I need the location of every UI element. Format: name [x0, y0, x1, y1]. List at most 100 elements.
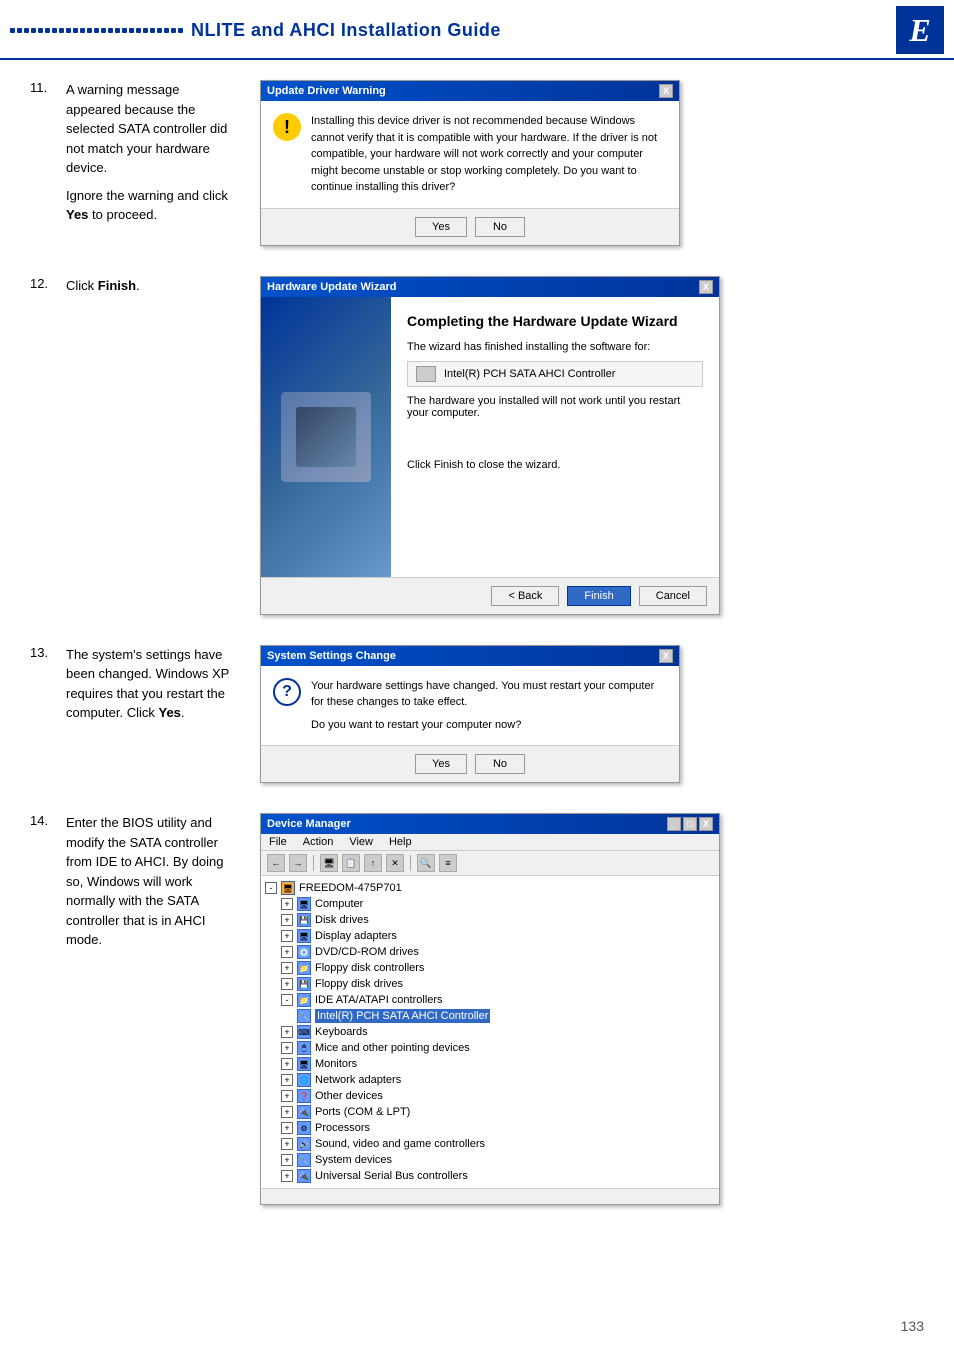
warning-dialog-text: Installing this device driver is not rec…: [311, 113, 667, 196]
page-title: NLITE and AHCI Installation Guide: [191, 20, 501, 41]
dialog-title-warning: Update Driver Warning: [267, 85, 386, 97]
tree-item-other[interactable]: + ❓ Other devices: [281, 1088, 715, 1104]
step-12-dialog-area: Hardware Update Wizard X: [260, 276, 924, 615]
expand-icon[interactable]: +: [281, 1122, 293, 1134]
expand-icon[interactable]: +: [281, 1106, 293, 1118]
tree-item-ide[interactable]: - 📁 IDE ATA/ATAPI controllers: [281, 992, 715, 1008]
menu-help[interactable]: Help: [389, 836, 412, 848]
restore-icon[interactable]: □: [683, 817, 697, 831]
tree-item-display[interactable]: + 🖥 Display adapters: [281, 928, 715, 944]
menu-action[interactable]: Action: [303, 836, 334, 848]
props-toolbar-icon[interactable]: 📋: [342, 854, 360, 872]
tree-item-keyboards[interactable]: + ⌨ Keyboards: [281, 1024, 715, 1040]
yes-button[interactable]: Yes: [415, 217, 467, 237]
expand-icon[interactable]: +: [281, 1154, 293, 1166]
resources-toolbar-icon[interactable]: ≡: [439, 854, 457, 872]
expand-icon[interactable]: +: [281, 1074, 293, 1086]
no-button[interactable]: No: [475, 754, 525, 774]
tree-item-ports[interactable]: + 🔌 Ports (COM & LPT): [281, 1104, 715, 1120]
cancel-button[interactable]: Cancel: [639, 586, 707, 606]
expand-icon[interactable]: +: [281, 1170, 293, 1182]
header-logo: E: [896, 6, 944, 54]
step-14-dialog-area: Device Manager _ □ X File Action View He…: [260, 813, 924, 1205]
computer-toolbar-icon[interactable]: 🖥: [320, 854, 338, 872]
minimize-icon[interactable]: _: [667, 817, 681, 831]
menu-file[interactable]: File: [269, 836, 287, 848]
item-icon: ❓: [297, 1089, 311, 1103]
step-11-number: 11.: [30, 80, 58, 178]
system-dialog-title: System Settings Change: [267, 650, 396, 662]
item-icon: 🖥: [297, 1057, 311, 1071]
expand-icon[interactable]: +: [281, 1138, 293, 1150]
step-11-section: 11. A warning message appeared because t…: [30, 80, 924, 246]
wizard-device-row: Intel(R) PCH SATA AHCI Controller: [407, 361, 703, 387]
tree-item-sound[interactable]: + 🔊 Sound, video and game controllers: [281, 1136, 715, 1152]
tree-item-processors[interactable]: + ⚙ Processors: [281, 1120, 715, 1136]
expand-icon[interactable]: -: [281, 994, 293, 1006]
step-11-dialog-area: Update Driver Warning X ! Installing thi…: [260, 80, 924, 246]
tree-item-disk[interactable]: + 💾 Disk drives: [281, 912, 715, 928]
tree-item-floppy-ctrl[interactable]: + 📁 Floppy disk controllers: [281, 960, 715, 976]
back-toolbar-icon[interactable]: ←: [267, 854, 285, 872]
expand-icon[interactable]: +: [281, 1042, 293, 1054]
expand-icon[interactable]: +: [281, 1026, 293, 1038]
devmgr-titlebar-controls: _ □ X: [667, 817, 713, 831]
system-dialog-titlebar: System Settings Change X: [261, 646, 679, 666]
item-icon: 📁: [297, 961, 311, 975]
devmgr-statusbar: [261, 1188, 719, 1204]
tree-expand-icon[interactable]: -: [265, 882, 277, 894]
menu-view[interactable]: View: [349, 836, 373, 848]
tree-item-network[interactable]: + 🌐 Network adapters: [281, 1072, 715, 1088]
step-14-body: Enter the BIOS utility and modify the SA…: [66, 813, 230, 950]
expand-icon[interactable]: +: [281, 978, 293, 990]
header-dots: [10, 28, 183, 33]
tree-computer-icon: 🖥: [281, 881, 295, 895]
tree-item-mice[interactable]: + 🖱 Mice and other pointing devices: [281, 1040, 715, 1056]
expand-icon[interactable]: +: [281, 914, 293, 926]
item-icon: 📁: [297, 993, 311, 1007]
update-toolbar-icon[interactable]: ↑: [364, 854, 382, 872]
close-icon[interactable]: X: [699, 280, 713, 294]
wizard-image: [281, 392, 371, 482]
wizard-graphic: [261, 297, 391, 577]
titlebar-controls-warning: X: [659, 84, 673, 98]
step-13-number: 13.: [30, 645, 58, 723]
expand-icon[interactable]: +: [281, 1090, 293, 1102]
tree-item-usb[interactable]: + 🔌 Universal Serial Bus controllers: [281, 1168, 715, 1184]
item-icon: ⌨: [297, 1025, 311, 1039]
close-icon[interactable]: X: [699, 817, 713, 831]
scan-toolbar-icon[interactable]: 🔍: [417, 854, 435, 872]
tree-item-floppy-drv[interactable]: + 💾 Floppy disk drives: [281, 976, 715, 992]
item-icon: 💿: [297, 945, 311, 959]
tree-item-monitors[interactable]: + 🖥 Monitors: [281, 1056, 715, 1072]
warning-icon: !: [273, 113, 301, 141]
wizard-completion-title: Completing the Hardware Update Wizard: [407, 313, 703, 329]
expand-icon[interactable]: +: [281, 898, 293, 910]
uninstall-toolbar-icon[interactable]: ✕: [386, 854, 404, 872]
devmgr-toolbar: ← → 🖥 📋 ↑ ✕ 🔍 ≡: [261, 851, 719, 876]
tree-root-label: FREEDOM-475P701: [299, 882, 402, 894]
item-icon: 💾: [297, 913, 311, 927]
tree-item-dvd[interactable]: + 💿 DVD/CD-ROM drives: [281, 944, 715, 960]
close-icon[interactable]: X: [659, 649, 673, 663]
tree-item-system[interactable]: + 🔧 System devices: [281, 1152, 715, 1168]
tree-root-row[interactable]: - 🖥 FREEDOM-475P701: [265, 880, 715, 896]
devmgr-tree: - 🖥 FREEDOM-475P701 + 🖥 Computer + 💾 Dis…: [261, 876, 719, 1188]
close-icon[interactable]: X: [659, 84, 673, 98]
expand-icon[interactable]: +: [281, 962, 293, 974]
no-button[interactable]: No: [475, 217, 525, 237]
tree-item-ahci-highlighted[interactable]: 🔧 Intel(R) PCH SATA AHCI Controller: [297, 1008, 715, 1024]
expand-icon[interactable]: +: [281, 1058, 293, 1070]
yes-button[interactable]: Yes: [415, 754, 467, 774]
tree-item-computer[interactable]: + 🖥 Computer: [281, 896, 715, 912]
expand-icon[interactable]: +: [281, 946, 293, 958]
item-icon: ⚙: [297, 1121, 311, 1135]
wizard-titlebar: Hardware Update Wizard X: [261, 277, 719, 297]
back-button[interactable]: < Back: [491, 586, 559, 606]
system-dialog-body: ? Your hardware settings have changed. Y…: [261, 666, 679, 746]
finish-button[interactable]: Finish: [567, 586, 630, 606]
devmgr-title-label: Device Manager: [267, 818, 351, 830]
forward-toolbar-icon[interactable]: →: [289, 854, 307, 872]
item-icon: 🖥: [297, 929, 311, 943]
expand-icon[interactable]: +: [281, 930, 293, 942]
